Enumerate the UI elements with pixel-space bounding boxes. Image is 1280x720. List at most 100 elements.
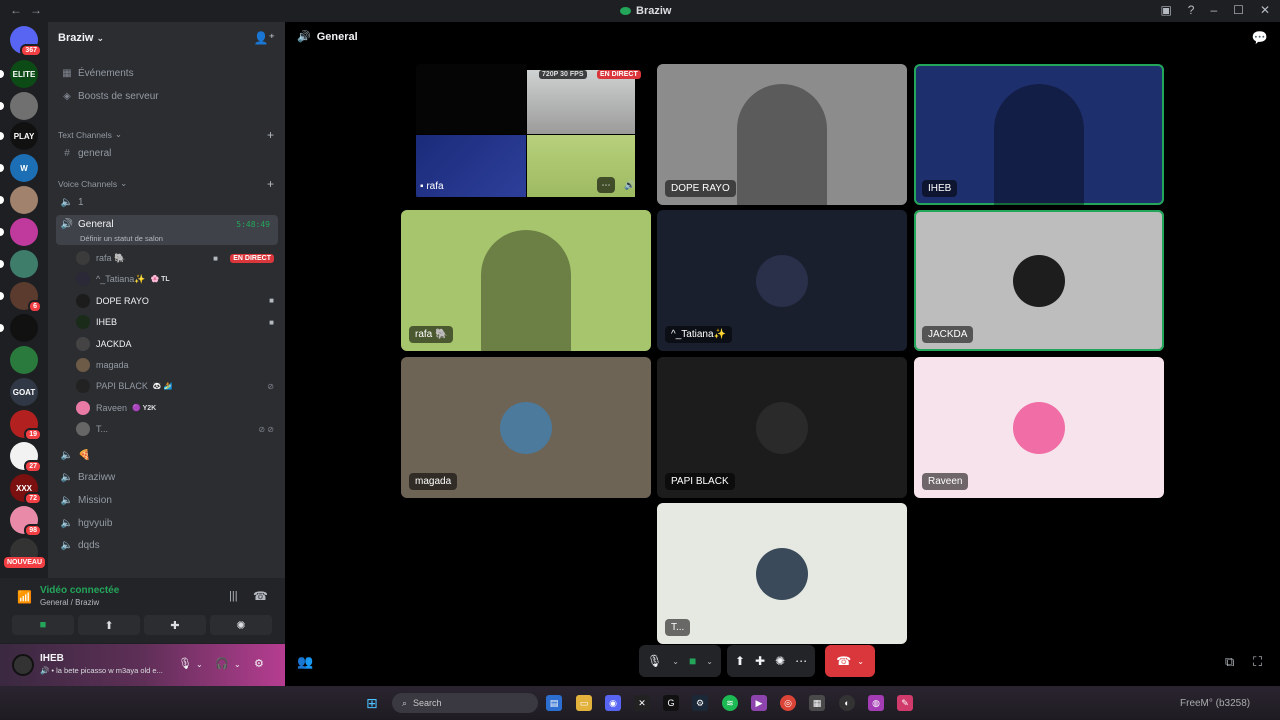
set-channel-status[interactable]: Définir un statut de salon (80, 234, 163, 243)
server-icon-s5[interactable]: W (10, 154, 38, 182)
video-tile[interactable]: magada (401, 357, 651, 498)
epic-icon[interactable]: G (663, 695, 679, 711)
voice-channel[interactable]: 🔈 dqds (56, 536, 278, 556)
voice-status-subtitle[interactable]: General / Braziw (40, 598, 99, 607)
popout-icon[interactable]: ⧉ (1225, 654, 1234, 670)
server-icon-s10[interactable] (10, 314, 38, 342)
server-icon-s16[interactable]: 98 (10, 506, 42, 537)
screen-share-icon[interactable]: ⬆ (735, 654, 745, 668)
headphones-icon[interactable]: 🎧 (215, 657, 229, 670)
help-icon[interactable]: ? (1188, 3, 1195, 17)
chevron-down-icon[interactable]: ⌄ (672, 657, 679, 666)
server-icon-s13[interactable]: 19 (10, 410, 42, 441)
voice-channel[interactable]: 🔈 Braziww (56, 468, 278, 488)
text-channels-category[interactable]: Text Channels ⌄ + (58, 128, 274, 142)
signal-icon[interactable]: 📶 (17, 590, 32, 604)
soundboard-icon[interactable]: ✺ (775, 654, 785, 668)
server-icon-s8[interactable] (10, 250, 38, 278)
server-icon-elite[interactable]: ELITE (10, 60, 38, 88)
server-icon-s14[interactable]: 27 (10, 442, 42, 473)
voice-member[interactable]: rafa 🐘 ■ EN DIRECT (76, 249, 276, 267)
create-channel-icon[interactable]: + (267, 128, 274, 142)
close-button[interactable]: ✕ (1260, 3, 1270, 17)
create-channel-icon[interactable]: + (267, 177, 274, 191)
chevron-down-icon[interactable]: ⌄ (196, 660, 203, 669)
server-icon-s9[interactable]: 6 (10, 282, 42, 313)
video-tile[interactable]: PAPI BLACK (657, 357, 907, 498)
voice-member[interactable]: JACKDA (76, 335, 276, 353)
leave-call-button[interactable]: ☎ ⌄ (825, 645, 876, 677)
voice-member[interactable]: Raveen 🟣 Y2K (76, 399, 276, 417)
voice-channel[interactable]: 🔈 🍕 (56, 445, 278, 465)
events-link[interactable]: ▦ Événements (56, 63, 278, 83)
server-icon-s4[interactable]: PLAY (10, 122, 38, 150)
app-icon[interactable]: ✎ (897, 695, 913, 711)
history-nav[interactable]: ←→ (10, 3, 50, 17)
disconnect-icon[interactable]: ☎ (253, 589, 268, 603)
voice-channels-category[interactable]: Voice Channels ⌄ + (58, 177, 274, 191)
video-tile[interactable]: JACKDA (914, 210, 1164, 351)
voice-channel-general[interactable]: 🔊 General 5:48:49 Définir un statut de s… (56, 215, 278, 245)
server-icon-s11[interactable] (10, 346, 38, 374)
channel-general-text[interactable]: # general (56, 143, 278, 163)
spotify-icon[interactable]: ≋ (722, 695, 738, 711)
windows-start-icon[interactable]: ⊞ (366, 695, 382, 711)
server-icon-s3[interactable] (10, 92, 38, 120)
guild-header[interactable]: Braziw ⌄ 👤⁺ (48, 22, 285, 54)
capcut-icon[interactable]: ✕ (634, 695, 650, 711)
minimize-button[interactable]: – (1210, 3, 1217, 17)
camera-button[interactable]: ■ (12, 615, 74, 635)
voice-status-title[interactable]: Vidéo connectée (40, 585, 119, 596)
volume-icon[interactable]: 🔊 (622, 177, 638, 193)
video-tile[interactable]: DOPE RAYO (657, 64, 907, 205)
microphone-icon[interactable]: 🎙 (647, 654, 662, 668)
chevron-down-icon[interactable]: ⌄ (706, 657, 713, 666)
video-tile[interactable]: Raveen (914, 357, 1164, 498)
discord-taskbar-icon[interactable]: ◉ (605, 695, 621, 711)
server-icon-s7[interactable] (10, 218, 38, 246)
server-icon-s12[interactable]: GOAT (10, 378, 38, 406)
camera-icon[interactable]: ■ (689, 654, 696, 668)
media-icon[interactable]: ▶ (751, 695, 767, 711)
video-tile[interactable]: T... (657, 503, 907, 644)
invite-people-icon[interactable]: 👤⁺ (254, 31, 275, 45)
app-icon[interactable]: ◍ (868, 695, 884, 711)
server-icon-s15[interactable]: XXX 72 (10, 474, 42, 505)
voice-channel[interactable]: 🔈 hgvyuib (56, 513, 278, 533)
video-tile[interactable]: ^_Tatiana✨ (657, 210, 907, 351)
screen-share-button[interactable]: ⬆ (78, 615, 140, 635)
add-activity-icon[interactable]: 👥 (297, 654, 313, 670)
stream-tile[interactable]: 720P 30 FPS EN DIRECT ▪ rafa ⋯ 🔊 (416, 64, 642, 199)
noise-suppression-icon[interactable]: ||| (229, 590, 238, 602)
video-tile[interactable]: rafa 🐘 (401, 210, 651, 351)
settings-gear-icon[interactable]: ⚙ (254, 657, 264, 670)
server-icon-s6[interactable] (10, 186, 38, 214)
more-options-icon[interactable]: ⋯ (795, 654, 807, 668)
chrome-icon[interactable]: ◎ (780, 695, 796, 711)
voice-member[interactable]: PAPI BLACK 🐼 🏄 ⊘ (76, 377, 276, 395)
microphone-icon[interactable]: 🎙 (178, 657, 192, 670)
server-boosts-link[interactable]: ◈ Boosts de serveur (56, 86, 278, 106)
chat-icon[interactable]: 💬 (1252, 30, 1268, 46)
voice-member[interactable]: IHEB ■ (76, 313, 276, 331)
more-options-icon[interactable]: ⋯ (597, 177, 615, 193)
inbox-icon[interactable]: ▣ (1160, 3, 1171, 17)
voice-member[interactable]: DOPE RAYO ■ (76, 292, 276, 310)
file-explorer-icon[interactable]: ▭ (576, 695, 592, 711)
soundboard-button[interactable]: ✺ (210, 615, 272, 635)
activities-icon[interactable]: ✚ (755, 654, 765, 668)
voice-member[interactable]: T... ⊘ ⊘ (76, 420, 276, 438)
server-icon-discord-home[interactable]: 367 (10, 26, 42, 57)
video-tile[interactable]: IHEB (914, 64, 1164, 205)
store-icon[interactable]: ▤ (546, 695, 562, 711)
voice-member[interactable]: magada (76, 356, 276, 374)
fullscreen-icon[interactable]: ⛶ (1253, 654, 1262, 670)
voice-member[interactable]: ^_Tatiana✨ 🌸 TL (76, 270, 276, 288)
calculator-icon[interactable]: ▦ (809, 695, 825, 711)
voice-channel[interactable]: 🔈 Mission (56, 490, 278, 510)
user-name[interactable]: IHEB (40, 653, 64, 664)
taskbar-search[interactable]: ⌕ Search (392, 693, 538, 713)
activities-button[interactable]: ✚ (144, 615, 206, 635)
avatar[interactable] (12, 654, 34, 676)
voice-channel-1[interactable]: 🔈 1 (56, 192, 278, 212)
